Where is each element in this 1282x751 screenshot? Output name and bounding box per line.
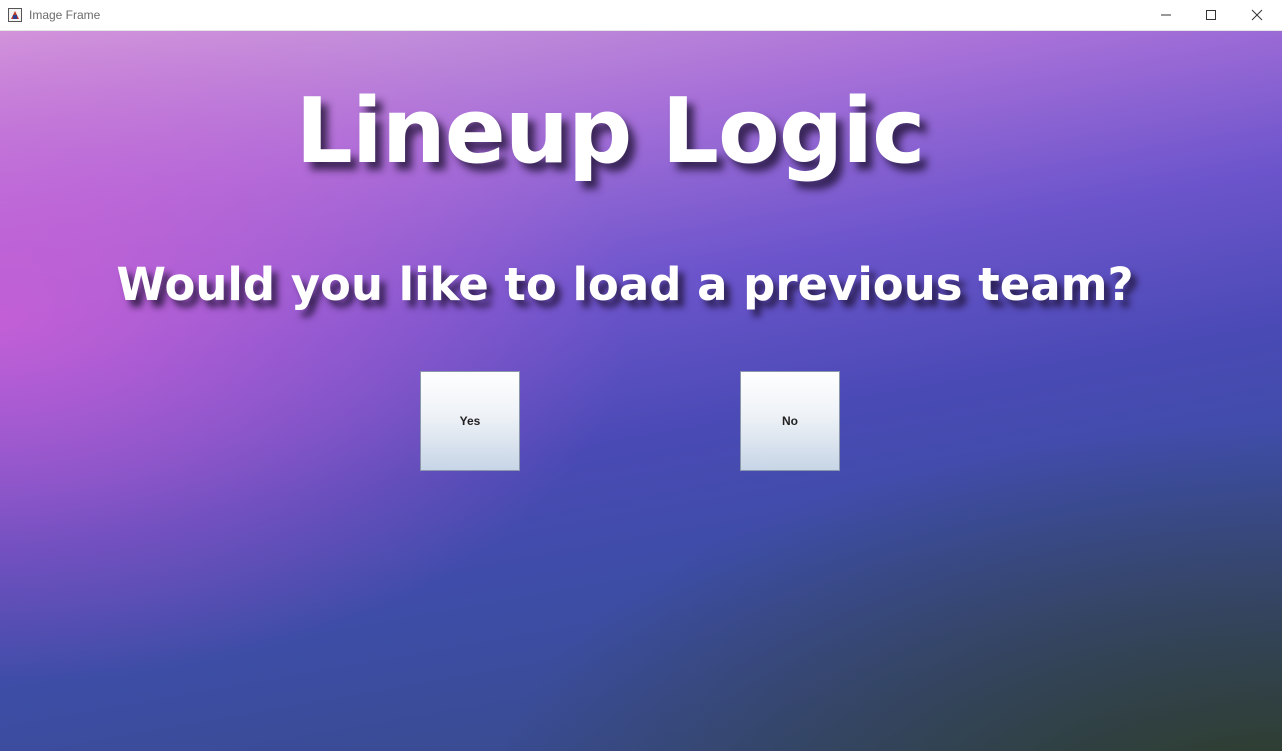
app-window: Image Frame Lineup Logic Would you like …: [0, 0, 1282, 751]
gradient-background-panel: Lineup Logic Would you like to load a pr…: [0, 31, 1282, 751]
window-titlebar[interactable]: Image Frame: [0, 0, 1282, 31]
yes-button[interactable]: Yes: [420, 371, 520, 471]
minimize-button[interactable]: [1143, 0, 1189, 30]
maximize-button[interactable]: [1188, 0, 1234, 30]
close-icon: [1251, 9, 1263, 21]
window-title: Image Frame: [29, 8, 101, 22]
app-title: Lineup Logic: [295, 79, 926, 184]
maximize-icon: [1206, 10, 1216, 20]
load-team-prompt: Would you like to load a previous team?: [116, 258, 1134, 311]
no-button[interactable]: No: [740, 371, 840, 471]
minimize-icon: [1161, 14, 1171, 16]
java-app-icon: [8, 8, 22, 22]
close-button[interactable]: [1234, 0, 1280, 30]
